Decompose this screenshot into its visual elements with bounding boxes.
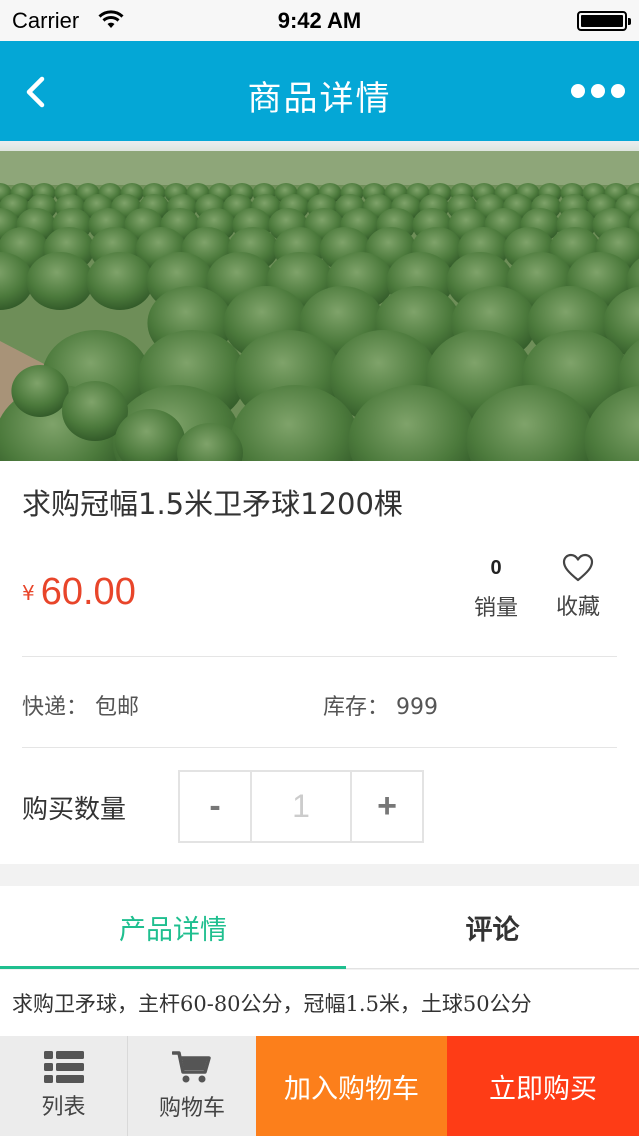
quantity-label: 购买数量 — [22, 795, 127, 825]
cart-button[interactable]: 购物车 — [128, 1036, 256, 1136]
shipping-info: 快递： 包邮 — [22, 695, 139, 720]
product-description: 求购卫矛球，主杆60-80公分，冠幅1.5米，土球50公分 — [0, 970, 639, 1036]
list-icon — [43, 1051, 84, 1083]
list-label: 列表 — [41, 1095, 86, 1120]
favorite-button[interactable]: 收藏 — [548, 553, 608, 621]
battery-icon — [577, 11, 631, 31]
add-to-cart-button[interactable]: 加入购物车 — [256, 1036, 447, 1136]
decrease-quantity-button[interactable]: - — [180, 772, 252, 841]
description-text: 求购卫矛球，主杆60-80公分，冠幅1.5米，土球50公分 — [12, 992, 532, 1016]
bottom-action-bar: 列表 购物车 加入购物车 立即购买 — [0, 1036, 639, 1136]
detail-tabs: 产品详情 评论 — [0, 886, 639, 969]
buy-now-button[interactable]: 立即购买 — [447, 1036, 639, 1136]
price-currency: ¥ — [22, 581, 35, 605]
cart-icon — [172, 1051, 211, 1083]
quantity-stepper: - 1 + — [178, 770, 424, 843]
product-title: 求购冠幅1.5米卫矛球1200棵 — [22, 487, 403, 521]
product-info: 求购冠幅1.5米卫矛球1200棵 ¥60.00 0 销量 收藏 快递： 包邮 库… — [0, 461, 639, 864]
cart-label: 购物车 — [158, 1096, 225, 1121]
stock-info: 库存： 999 — [323, 695, 438, 720]
status-bar: Carrier 9:42 AM — [0, 0, 639, 41]
more-dots-icon[interactable] — [571, 83, 625, 99]
product-price: ¥60.00 — [22, 571, 136, 614]
increase-quantity-button[interactable]: + — [352, 772, 422, 841]
heart-icon — [562, 553, 594, 582]
product-image — [0, 141, 639, 461]
favorite-label: 收藏 — [555, 595, 600, 620]
sales-label: 销量 — [473, 596, 518, 621]
active-tab-indicator — [0, 966, 346, 969]
sales-stat: 0 销量 — [466, 557, 526, 622]
sales-count: 0 — [490, 557, 502, 579]
quantity-field[interactable]: 1 — [252, 772, 352, 841]
divider — [22, 747, 617, 748]
price-value: 60.00 — [40, 571, 136, 613]
tab-comments[interactable]: 评论 — [346, 886, 639, 969]
tab-product-details[interactable]: 产品详情 — [0, 886, 346, 969]
divider — [22, 656, 617, 657]
list-button[interactable]: 列表 — [0, 1036, 128, 1136]
page-title: 商品详情 — [247, 79, 392, 119]
status-time: 9:42 AM — [277, 8, 362, 33]
nav-bar: 商品详情 — [0, 41, 639, 141]
